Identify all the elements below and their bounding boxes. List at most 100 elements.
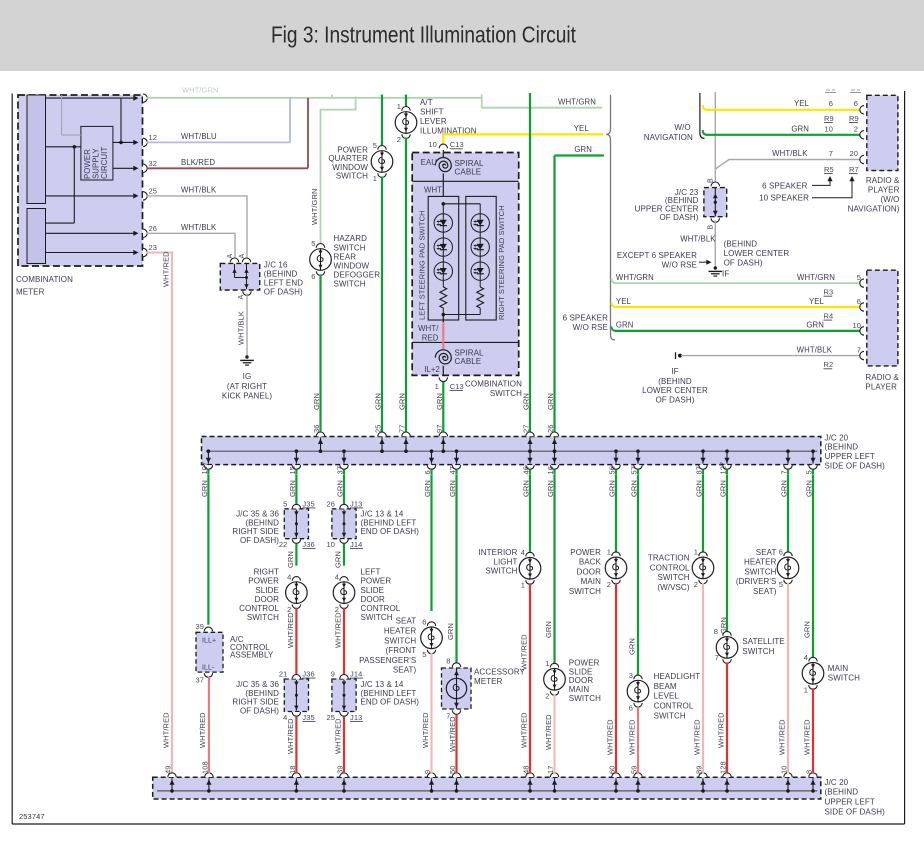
svg-text:YEL: YEL	[809, 297, 825, 306]
svg-text:WHT/: WHT/	[418, 324, 439, 333]
svg-text:R9: R9	[849, 114, 859, 123]
svg-text:SWITCH: SWITCH	[336, 172, 368, 181]
svg-text:GRN: GRN	[522, 393, 531, 410]
svg-text:6: 6	[422, 618, 426, 627]
svg-text:UPPER LEFT: UPPER LEFT	[825, 452, 875, 461]
svg-text:WHT/RED: WHT/RED	[448, 716, 457, 752]
svg-text:C13: C13	[450, 140, 464, 149]
svg-text:TRACTION: TRACTION	[648, 554, 690, 563]
svg-text:DOOR: DOOR	[361, 595, 386, 604]
svg-text:J36: J36	[302, 670, 314, 679]
svg-text:B: B	[708, 178, 715, 183]
svg-text:COMBINATION: COMBINATION	[16, 275, 73, 284]
svg-text:(DRIVER'S: (DRIVER'S	[736, 577, 777, 586]
svg-text:ILL+: ILL+	[202, 637, 216, 644]
svg-text:HEATER: HEATER	[744, 558, 777, 567]
svg-text:WHT/RED: WHT/RED	[520, 634, 529, 670]
svg-text:J/C 35 & 36: J/C 35 & 36	[236, 680, 279, 689]
svg-text:SWITCH: SWITCH	[490, 389, 522, 398]
svg-text:20: 20	[849, 149, 858, 158]
svg-text:OF DASH): OF DASH)	[240, 706, 279, 715]
svg-text:1: 1	[373, 174, 377, 183]
svg-text:OF DASH): OF DASH)	[659, 213, 698, 222]
svg-text:1: 1	[545, 659, 549, 668]
svg-text:4: 4	[335, 572, 339, 581]
svg-text:GRN: GRN	[616, 321, 634, 330]
svg-text:C13: C13	[450, 382, 464, 391]
svg-text:RADIO &: RADIO &	[865, 373, 899, 382]
svg-text:WHT/GRN: WHT/GRN	[797, 273, 835, 282]
svg-text:J/C 13 & 14: J/C 13 & 14	[361, 510, 404, 519]
svg-text:(BEHIND: (BEHIND	[825, 788, 859, 797]
svg-text:R9: R9	[824, 114, 834, 123]
svg-text:SIDE OF DASH): SIDE OF DASH)	[825, 462, 886, 471]
svg-text:10 SPEAKER: 10 SPEAKER	[759, 194, 809, 203]
svg-text:WHT/BLK: WHT/BLK	[181, 223, 217, 232]
svg-text:R3: R3	[824, 288, 834, 297]
svg-text:POWER: POWER	[569, 659, 600, 668]
svg-text:INTERIOR: INTERIOR	[478, 548, 517, 557]
svg-text:DOOR: DOOR	[569, 676, 594, 685]
svg-text:DOOR: DOOR	[577, 567, 602, 576]
svg-text:BEAM: BEAM	[654, 682, 677, 691]
svg-text:GRN: GRN	[791, 124, 809, 133]
svg-text:(BEHIND LEFT: (BEHIND LEFT	[361, 689, 417, 698]
svg-text:2: 2	[694, 580, 698, 589]
svg-text:A: A	[227, 254, 234, 259]
svg-text:SWITCH: SWITCH	[569, 587, 601, 596]
svg-text:ACCESSORY: ACCESSORY	[474, 667, 526, 676]
svg-text:7: 7	[715, 653, 719, 662]
svg-text:32: 32	[149, 159, 158, 168]
svg-text:CONTROL: CONTROL	[239, 604, 279, 613]
svg-text:WHT/RED: WHT/RED	[778, 719, 787, 755]
svg-text:DEFOGGER: DEFOGGER	[334, 271, 381, 280]
svg-text:RIGHT STEERING PAD SWITCH: RIGHT STEERING PAD SWITCH	[497, 205, 506, 320]
svg-text:NAVIGATION): NAVIGATION)	[848, 204, 900, 213]
svg-text:26: 26	[326, 499, 335, 508]
svg-text:LEFT: LEFT	[361, 568, 381, 577]
svg-text:SWITCH: SWITCH	[247, 613, 279, 622]
svg-text:49: 49	[164, 765, 173, 774]
svg-text:SATELLITE: SATELLITE	[742, 637, 785, 646]
svg-text:WHT/RED: WHT/RED	[717, 712, 726, 748]
svg-text:POWER: POWER	[361, 577, 392, 586]
svg-text:LEVER: LEVER	[420, 117, 447, 126]
svg-text:YEL: YEL	[794, 99, 810, 108]
svg-text:CONTROL: CONTROL	[654, 702, 694, 711]
svg-text:39: 39	[195, 622, 204, 631]
svg-text:GRN: GRN	[544, 621, 553, 638]
svg-text:OF DASH): OF DASH)	[240, 536, 279, 545]
svg-text:PASSENGER'S: PASSENGER'S	[359, 656, 416, 665]
svg-text:NAVIGATION: NAVIGATION	[644, 133, 693, 142]
svg-text:LIGHT: LIGHT	[493, 557, 517, 566]
svg-text:3: 3	[629, 671, 633, 680]
svg-text:WHT/GRN: WHT/GRN	[616, 273, 654, 282]
svg-text:GRN: GRN	[628, 638, 637, 655]
svg-text:2: 2	[854, 124, 858, 133]
svg-text:5: 5	[283, 499, 287, 508]
svg-text:WHT/RED: WHT/RED	[334, 718, 343, 754]
svg-text:4: 4	[521, 548, 525, 557]
svg-text:J35: J35	[302, 713, 314, 722]
svg-text:IL+2: IL+2	[424, 365, 440, 374]
svg-text:WHT: WHT	[424, 186, 442, 195]
svg-text:SIDE OF DASH): SIDE OF DASH)	[825, 807, 886, 816]
svg-text:SWITCH: SWITCH	[485, 566, 517, 575]
svg-text:(W/VSC): (W/VSC)	[657, 583, 689, 592]
svg-text:SPIRAL: SPIRAL	[455, 349, 485, 358]
svg-text:J/C 13 & 14: J/C 13 & 14	[361, 680, 404, 689]
svg-text:GRN: GRN	[574, 145, 592, 154]
svg-text:5: 5	[311, 239, 315, 248]
svg-text:SLIDE: SLIDE	[255, 586, 279, 595]
svg-text:QUARTER: QUARTER	[328, 154, 368, 163]
svg-text:SWITCH: SWITCH	[361, 613, 393, 622]
svg-text:SEAT: SEAT	[396, 617, 417, 626]
svg-text:2: 2	[607, 580, 611, 589]
svg-text:WHT/BLK: WHT/BLK	[237, 311, 246, 345]
svg-text:WHT/RED: WHT/RED	[162, 251, 171, 287]
svg-text:RADIO &: RADIO &	[866, 176, 900, 185]
svg-text:WHT/BLK: WHT/BLK	[772, 149, 808, 158]
svg-text:4: 4	[804, 653, 808, 662]
svg-text:SLIDE: SLIDE	[361, 586, 385, 595]
svg-text:1: 1	[607, 548, 611, 557]
